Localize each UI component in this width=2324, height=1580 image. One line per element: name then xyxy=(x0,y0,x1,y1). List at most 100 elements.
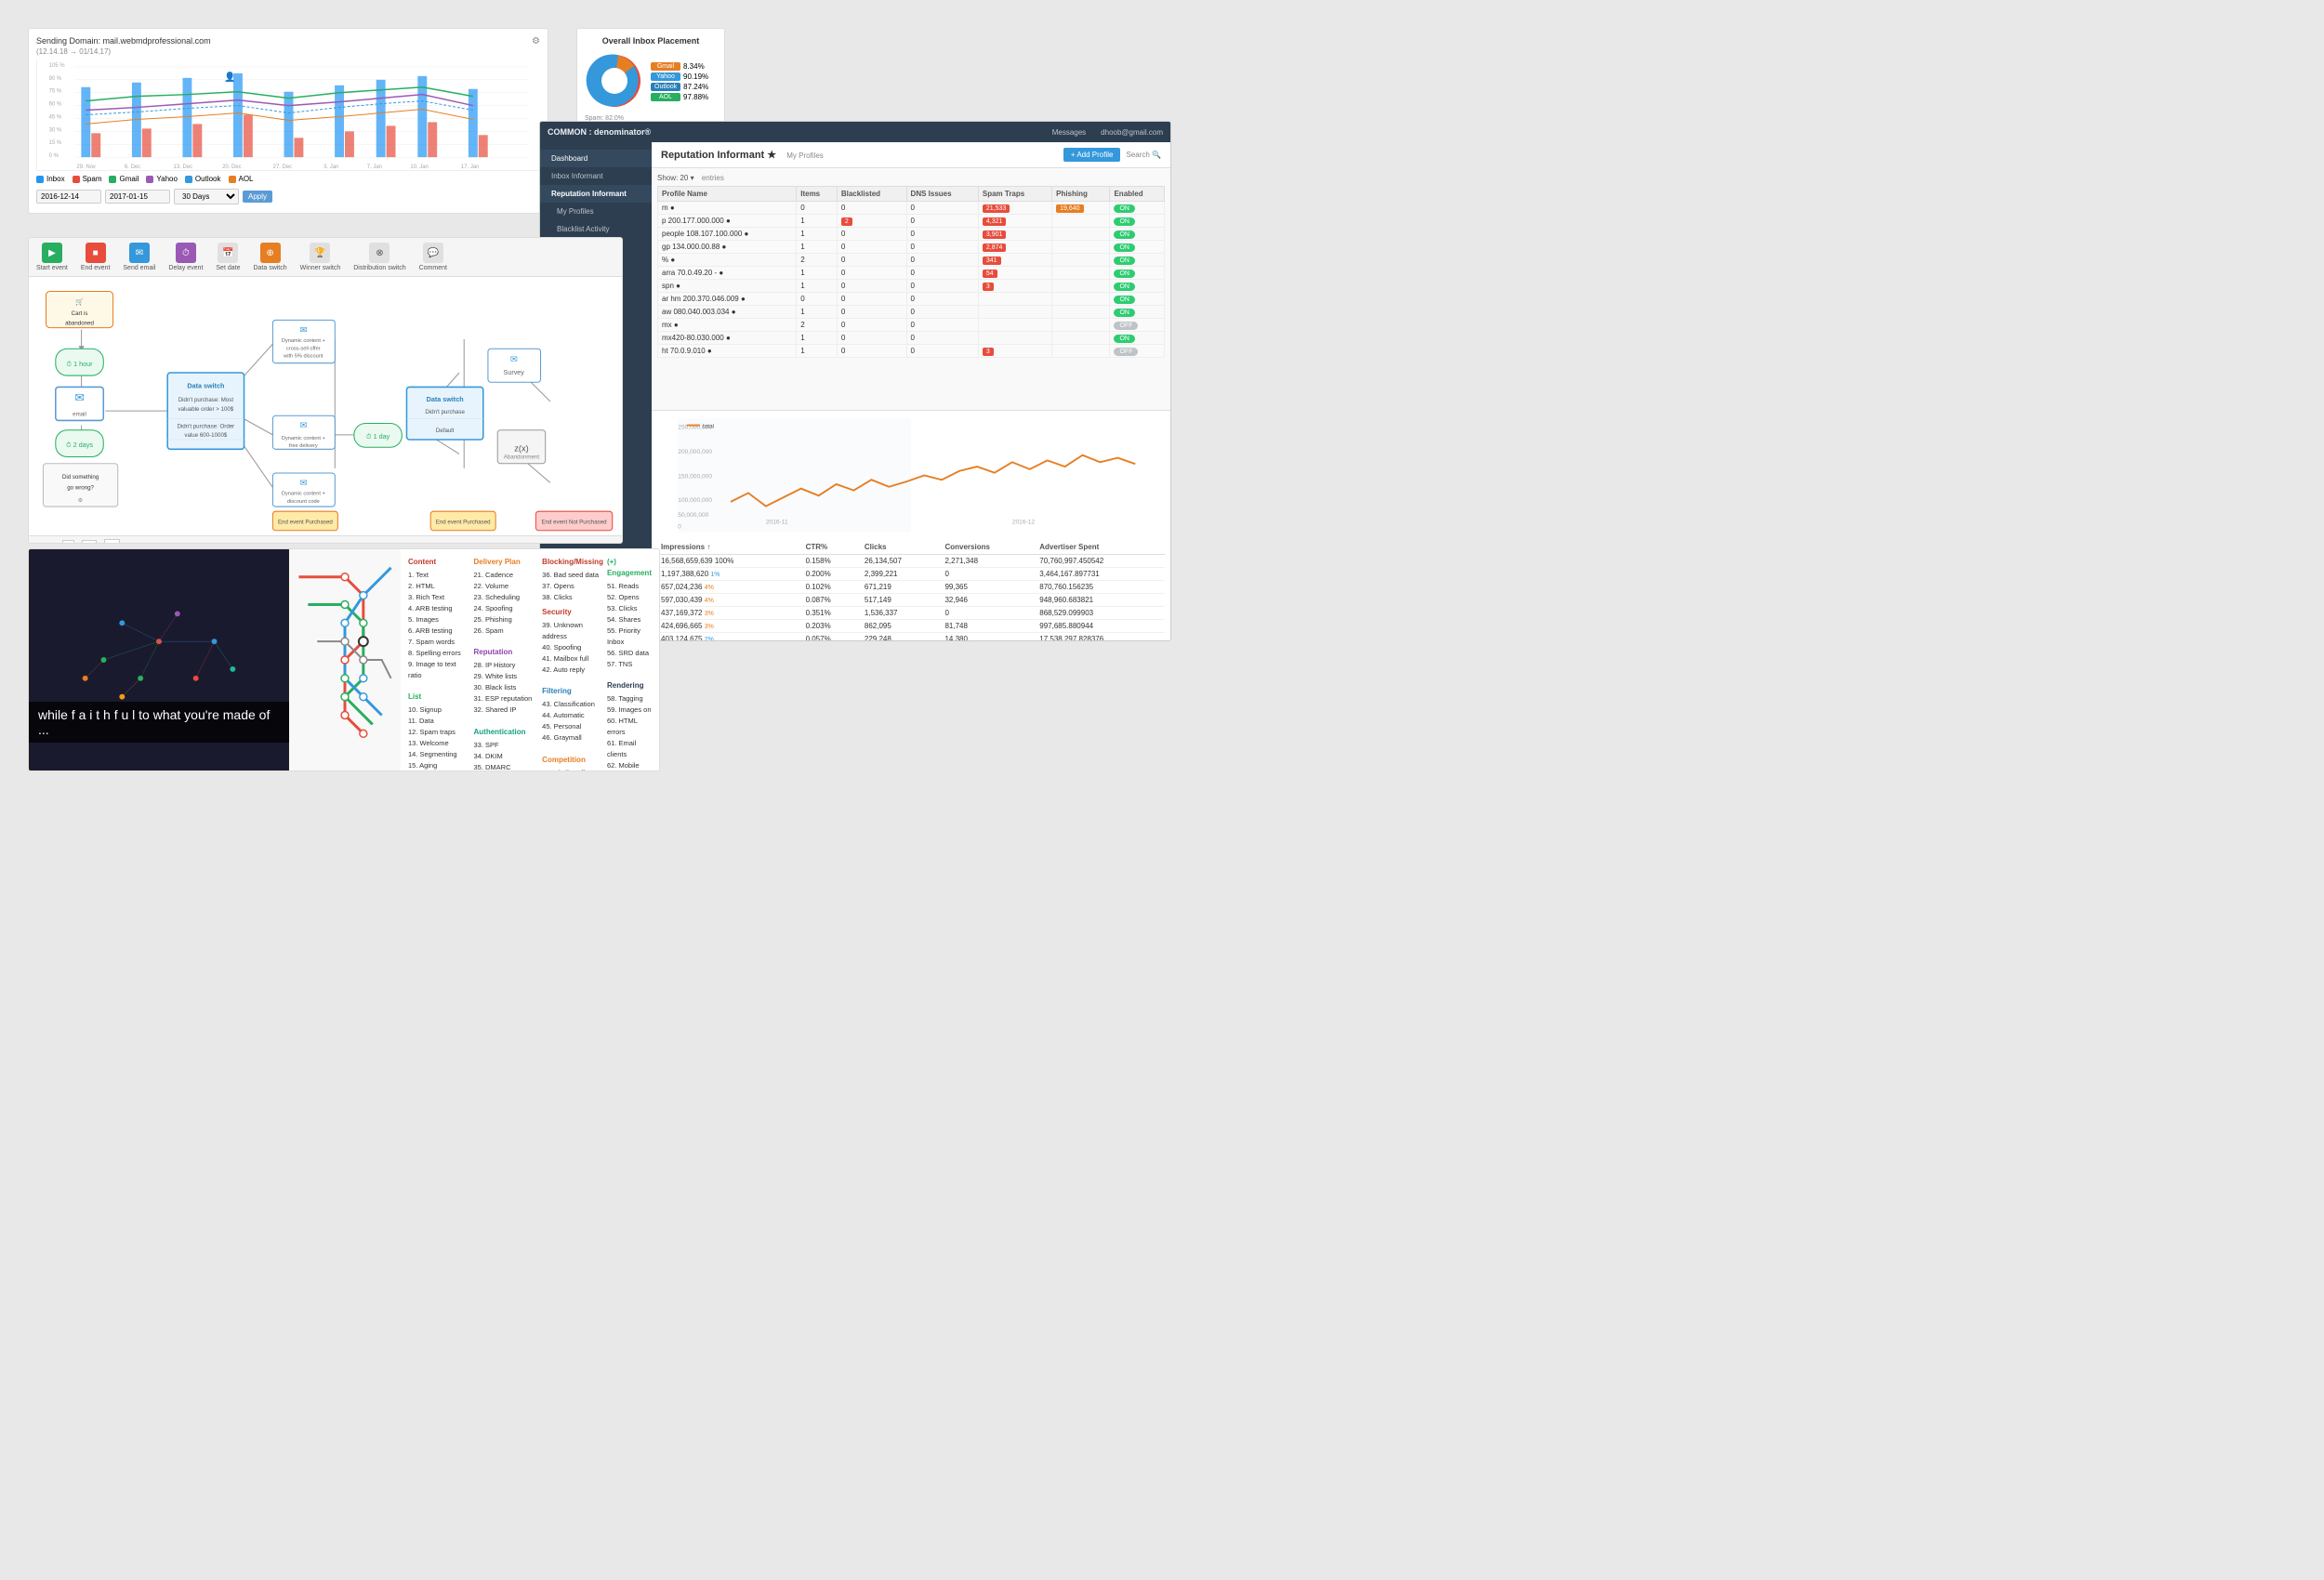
sidebar-item-inbox-informant[interactable]: Inbox Informant xyxy=(540,167,652,185)
svg-text:valuable order > 100$: valuable order > 100$ xyxy=(178,406,234,413)
tool-end-event[interactable]: ■ End event xyxy=(81,243,111,271)
date-to-input[interactable] xyxy=(105,190,170,204)
table-row[interactable]: ht 70.0.9.010 ● 1 0 0 3 OFF xyxy=(658,345,1165,358)
table-row[interactable]: % ● 2 0 0 341 ON xyxy=(658,254,1165,267)
table-row[interactable]: p 200.177.000.000 ● 1 2 0 4,321 ON xyxy=(658,215,1165,228)
list-section-title: List xyxy=(408,691,469,703)
svg-text:45 %: 45 % xyxy=(49,114,62,120)
outlook-badge: Outlook xyxy=(651,83,680,91)
svg-text:75 %: 75 % xyxy=(49,89,62,95)
chart-controls: 30 Days Apply xyxy=(36,189,540,204)
col-spam-traps[interactable]: Spam Traps xyxy=(978,187,1051,202)
legend-outlook: Outlook xyxy=(185,175,221,183)
content-item-8: 8. Spelling errors xyxy=(408,648,469,659)
col-enabled[interactable]: Enabled xyxy=(1110,187,1165,202)
table-row[interactable]: ar hm 200.370.046.009 ● 0 0 0 ON xyxy=(658,293,1165,306)
engagement-pos-section: (+) Engagement xyxy=(607,557,652,579)
table-row[interactable]: aw 080.040.003.034 ● 1 0 0 ON xyxy=(658,306,1165,319)
stats-col-clicks[interactable]: Clicks xyxy=(861,540,942,555)
tool-start-event[interactable]: ▶ Start event xyxy=(36,243,68,271)
tool-data-switch[interactable]: ⊕ Data switch xyxy=(253,243,286,271)
chart-settings-icon[interactable]: ⚙ xyxy=(532,36,540,46)
date-range-select[interactable]: 30 Days xyxy=(174,189,239,204)
sidebar-item-blacklist[interactable]: Blacklist Activity xyxy=(540,220,652,238)
table-row[interactable]: m ● 0 0 0 21,533 19,640 ON xyxy=(658,202,1165,215)
svg-text:with 5% discount: with 5% discount xyxy=(283,354,324,360)
tool-send-email[interactable]: ✉ Send email xyxy=(123,243,155,271)
messages-label[interactable]: Messages xyxy=(1052,128,1086,137)
stats-row: 1,197,388,620 1% 0.200% 2,399,221 0 3,46… xyxy=(657,568,1165,581)
legend-inbox: Inbox xyxy=(36,175,65,183)
svg-text:value 600-1000$: value 600-1000$ xyxy=(184,432,227,439)
show-label[interactable]: Show: 20 ▾ xyxy=(657,174,694,182)
content-item-5: 5. Images xyxy=(408,614,469,625)
content-item-3: 3. Rich Text xyxy=(408,592,469,603)
legend-aol: AOL xyxy=(229,175,254,183)
col-profile-name[interactable]: Profile Name xyxy=(658,187,797,202)
tool-delay-event[interactable]: ⏱ Delay event xyxy=(168,243,203,271)
svg-text:3. Jan: 3. Jan xyxy=(324,165,338,170)
rep-stats-area[interactable]: Impressions ↑ CTR% Clicks Conversions Ad… xyxy=(652,540,1170,640)
stats-col-spent[interactable]: Advertiser Spent xyxy=(1036,540,1165,555)
flow-svg: 🛒 Cart is abandoned ⏱ 1 hour ✉ email ⏱ 2… xyxy=(29,277,622,535)
table-row[interactable]: people 108.107.100.000 ● 1 0 0 3,901 ON xyxy=(658,228,1165,241)
sidebar-item-dashboard[interactable]: Dashboard xyxy=(540,150,652,167)
content-item-6: 6. ARB testing xyxy=(408,625,469,637)
stats-row: 403,124,675 2% 0.057% 229,248 14,380 17,… xyxy=(657,633,1165,641)
legend-spam: Spam xyxy=(73,175,102,183)
email-chart-panel: Sending Domain: mail.webmdprofessional.c… xyxy=(28,28,548,214)
sidebar-item-my-profiles[interactable]: My Profiles xyxy=(540,203,652,220)
svg-text:total: total xyxy=(703,423,715,429)
col-items[interactable]: Items xyxy=(797,187,838,202)
stats-row: 657,024,236 4% 0.102% 671,219 99,365 870… xyxy=(657,581,1165,594)
rep-header: Reputation Informant ★ My Profiles + Add… xyxy=(652,142,1170,168)
stats-row: 437,169,372 3% 0.351% 1,536,337 0 868,52… xyxy=(657,607,1165,620)
stats-col-conversions[interactable]: Conversions xyxy=(941,540,1036,555)
col-phishing[interactable]: Phishing xyxy=(1052,187,1110,202)
rep-topbar-title: COMMON : denominator® xyxy=(548,127,1045,137)
svg-text:⚙: ⚙ xyxy=(78,497,84,504)
svg-text:Did something: Did something xyxy=(62,474,99,481)
taxonomy-video[interactable]: while f a i t h f u l to what you're mad… xyxy=(29,549,289,770)
filtering-section-title: Filtering xyxy=(542,686,603,697)
zoom-in-button[interactable]: + xyxy=(82,540,96,545)
col-blacklisted[interactable]: Blacklisted xyxy=(837,187,906,202)
aol-badge: AOL xyxy=(651,93,680,101)
taxonomy-panel: while f a i t h f u l to what you're mad… xyxy=(28,548,660,771)
svg-text:100,000,000: 100,000,000 xyxy=(678,497,712,504)
stats-col-impressions[interactable]: Impressions ↑ xyxy=(657,540,802,555)
svg-text:60 %: 60 % xyxy=(49,102,62,108)
reputation-section-title: Reputation xyxy=(473,647,538,658)
sidebar-item-reputation-informant[interactable]: Reputation Informant xyxy=(540,185,652,203)
zoom-out-button[interactable]: - xyxy=(62,540,74,545)
content-item-1: 1. Text xyxy=(408,570,469,581)
stats-col-ctr[interactable]: CTR% xyxy=(802,540,861,555)
chart-subtitle: (12.14.18 → 01/14.17) xyxy=(36,47,540,56)
rep-profiles-table-area[interactable]: Show: 20 ▾ entries Profile Name Items Bl… xyxy=(652,168,1170,410)
legend-gmail: Gmail xyxy=(109,175,139,183)
table-row[interactable]: gp 134.000.00.88 ● 1 0 0 2,874 ON xyxy=(658,241,1165,254)
zoom-reset-button[interactable]: ⊙ xyxy=(104,539,121,544)
gmail-badge: Gmail xyxy=(651,62,680,71)
tool-comment[interactable]: 💬 Comment xyxy=(419,243,447,271)
rep-chart-svg: 2016-11 2016-12 250,000,000 200,000,000 … xyxy=(659,418,1163,533)
flow-toolbar: ▶ Start event ■ End event ✉ Send email ⏱… xyxy=(29,238,622,277)
svg-text:50,000,000: 50,000,000 xyxy=(678,512,708,519)
add-profile-button[interactable]: + Add Profile xyxy=(1063,148,1121,162)
table-row[interactable]: spn ● 1 0 0 3 ON xyxy=(658,280,1165,293)
yahoo-badge: Yahoo xyxy=(651,72,680,81)
table-row[interactable]: arra 70.0.49.20 - ● 1 0 0 54 ON xyxy=(658,267,1165,280)
search-input-area[interactable]: Search 🔍 xyxy=(1126,151,1161,159)
date-from-input[interactable] xyxy=(36,190,101,204)
svg-text:⏱ 2 days: ⏱ 2 days xyxy=(66,441,93,449)
tool-set-date[interactable]: 📅 Set date xyxy=(216,243,240,271)
tool-distribution-switch[interactable]: ⊗ Distribution switch xyxy=(353,243,405,271)
table-row[interactable]: mx ● 2 0 0 OFF xyxy=(658,319,1165,332)
col-dns-issues[interactable]: DNS Issues xyxy=(906,187,978,202)
svg-text:Dynamic content +: Dynamic content + xyxy=(282,492,326,497)
table-row[interactable]: mx420-80.030.000 ● 1 0 0 ON xyxy=(658,332,1165,345)
apply-button[interactable]: Apply xyxy=(243,191,272,203)
svg-text:End event Purchased: End event Purchased xyxy=(436,520,491,526)
rep-topbar-user: dhoob@gmail.com xyxy=(1101,128,1163,137)
tool-winner-switch[interactable]: 🏆 Winner switch xyxy=(300,243,341,271)
